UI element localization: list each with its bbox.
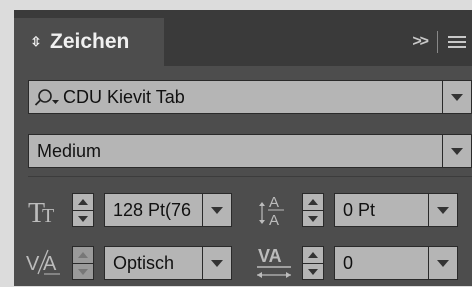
chevron-down-icon[interactable]	[202, 247, 231, 279]
tab-separator	[437, 31, 438, 53]
font-style-dropdown[interactable]: Medium	[28, 134, 472, 168]
font-size-dropdown[interactable]: 128 Pt(76	[104, 193, 232, 227]
font-size-icon: T T	[28, 195, 64, 229]
font-size-value[interactable]: 128 Pt(76	[113, 194, 191, 226]
kerning-icon: V A	[26, 246, 66, 276]
stepper-up-icon[interactable]	[73, 247, 93, 264]
kerning-dropdown[interactable]: Optisch	[104, 246, 232, 280]
tracking-dropdown[interactable]: 0	[334, 246, 458, 280]
stepper-up-icon[interactable]	[303, 194, 323, 211]
stepper-down-icon[interactable]	[303, 211, 323, 227]
stepper-down-icon[interactable]	[303, 264, 323, 280]
stepper-up-icon[interactable]	[73, 194, 93, 211]
font-style-value: Medium	[37, 141, 102, 161]
font-family-dropdown[interactable]: CDU Kievit Tab	[28, 80, 472, 114]
panel-tab-bar: ⇳ Zeichen >>	[14, 10, 472, 66]
stepper-down-icon[interactable]	[73, 264, 93, 280]
character-panel: ⇳ Zeichen >> CDU Kievit Tab Medium T T 1…	[14, 10, 472, 286]
svg-text:A: A	[269, 194, 279, 211]
chevron-down-icon[interactable]	[442, 81, 471, 113]
tracking-icon: VA	[254, 242, 296, 282]
stepper-up-icon[interactable]	[303, 247, 323, 264]
stepper-down-icon[interactable]	[73, 211, 93, 227]
font-family-value: CDU Kievit Tab	[63, 87, 185, 107]
chevron-down-icon[interactable]	[202, 194, 231, 226]
collapse-icon[interactable]: ⇳	[26, 34, 46, 50]
panel-menu-icon[interactable]	[448, 36, 466, 48]
search-icon[interactable]	[34, 88, 62, 108]
svg-text:V: V	[26, 253, 40, 275]
leading-stepper[interactable]	[302, 193, 324, 227]
tracking-value[interactable]: 0	[343, 247, 353, 279]
chevron-down-icon[interactable]	[428, 194, 457, 226]
tab-character[interactable]: ⇳ Zeichen	[14, 18, 164, 66]
divider	[28, 176, 472, 177]
tab-actions: >>	[412, 18, 466, 66]
tracking-stepper[interactable]	[302, 246, 324, 280]
svg-text:T: T	[42, 205, 54, 225]
leading-icon: A A	[258, 193, 286, 229]
font-size-stepper[interactable]	[72, 193, 94, 227]
leading-dropdown[interactable]: 0 Pt	[334, 193, 458, 227]
svg-text:VA: VA	[258, 246, 282, 266]
svg-text:A: A	[43, 253, 57, 275]
chevron-down-icon[interactable]	[442, 135, 471, 167]
leading-value[interactable]: 0 Pt	[343, 194, 375, 226]
panel-title: Zeichen	[50, 30, 130, 53]
kerning-stepper[interactable]	[72, 246, 94, 280]
svg-text:A: A	[269, 212, 279, 227]
chevron-down-icon[interactable]	[428, 247, 457, 279]
more-panels-icon[interactable]: >>	[412, 33, 429, 51]
kerning-value[interactable]: Optisch	[113, 247, 174, 279]
